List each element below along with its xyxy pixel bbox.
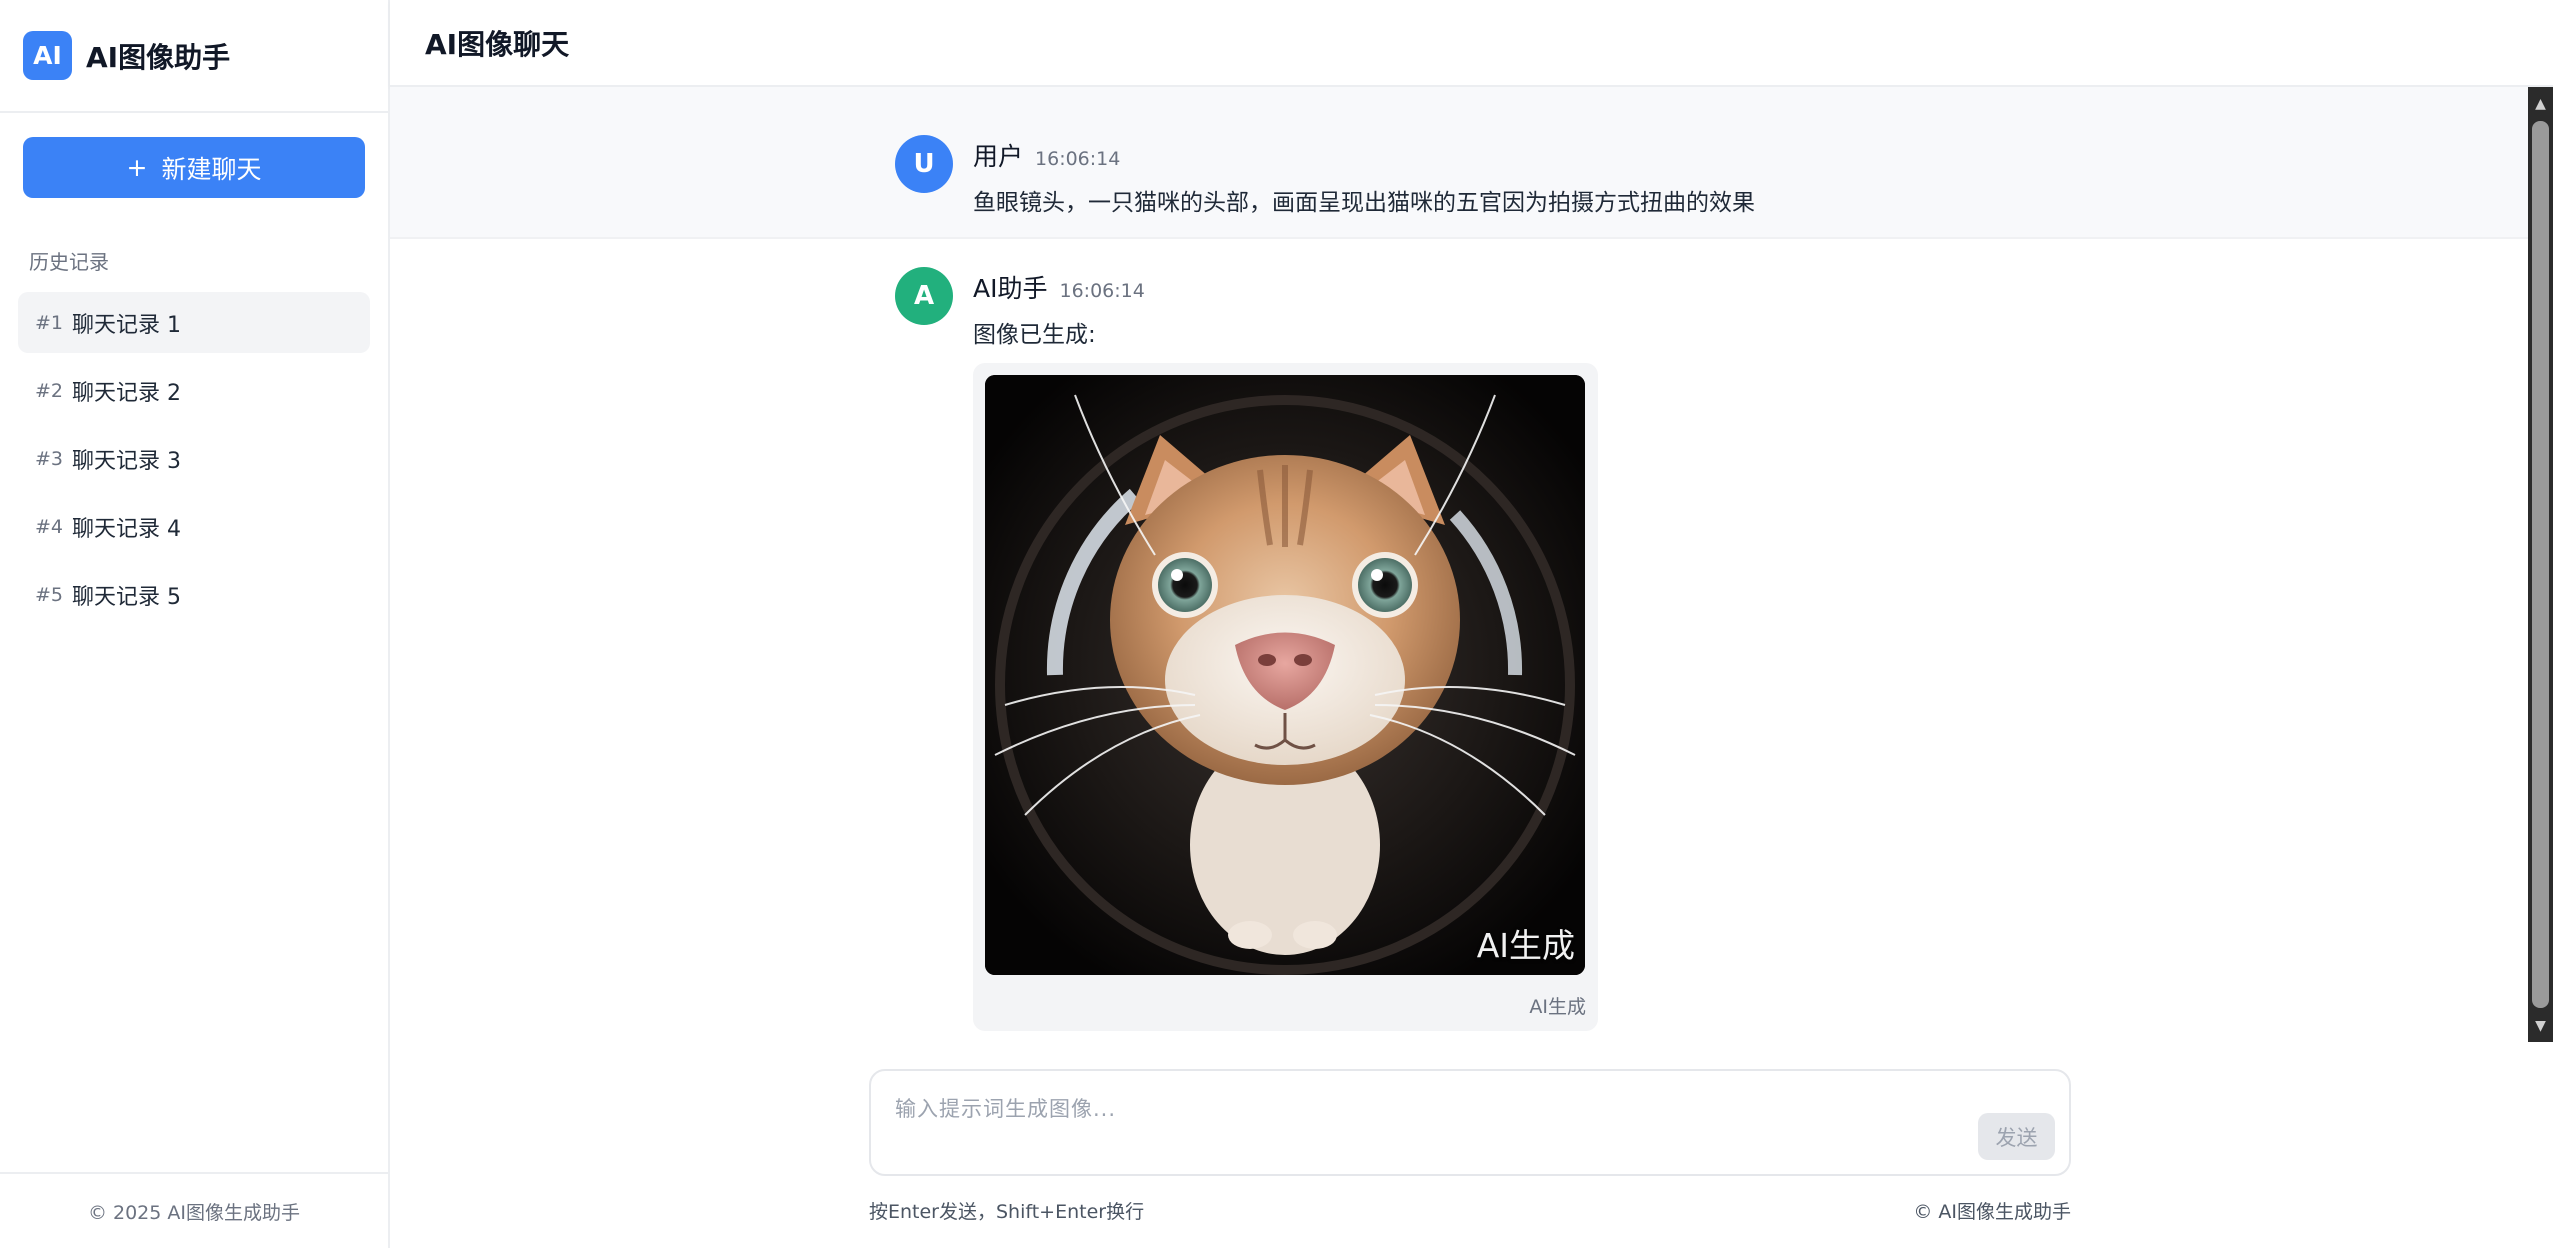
history-item-5[interactable]: #5 聊天记录 5 <box>18 564 370 625</box>
brand: AI AI图像助手 <box>0 0 388 113</box>
message-text: 图像已生成: <box>973 322 1096 348</box>
input-hint: 按Enter发送，Shift+Enter换行 <box>869 1201 1145 1223</box>
history-item-number: #1 <box>35 311 64 334</box>
history-item-label: 聊天记录 2 <box>72 380 181 406</box>
history-item-label: 聊天记录 5 <box>72 584 181 610</box>
history-item-2[interactable]: #2 聊天记录 2 <box>18 360 370 421</box>
sender-name: 用户 <box>973 142 1024 171</box>
sidebar: AI AI图像助手 + 新建聊天 历史记录 #1 聊天记录 1 #2 聊天记录 … <box>0 0 390 1248</box>
sidebar-footer: © 2025 AI图像生成助手 <box>0 1172 388 1248</box>
app-root: AI AI图像助手 + 新建聊天 历史记录 #1 聊天记录 1 #2 聊天记录 … <box>0 0 2553 1248</box>
history-item-label: 聊天记录 1 <box>72 312 181 338</box>
composer: 发送 按Enter发送，Shift+Enter换行 © AI图像生成助手 <box>390 1042 2553 1248</box>
history-item-number: #4 <box>35 515 64 538</box>
history-title: 历史记录 <box>29 250 109 274</box>
user-message: U 用户 16:06:14 鱼眼镜头，一只猫咪的头部，画面呈现出猫咪的五官因为拍… <box>390 87 2553 239</box>
message-header: AI助手 16:06:14 <box>973 269 1145 305</box>
generated-image[interactable]: AI生成 <box>985 375 1585 975</box>
sender-name: AI助手 <box>973 274 1048 303</box>
assistant-message: A AI助手 16:06:14 图像已生成: AI生成 AI生成 <box>390 239 2553 1039</box>
message-header: 用户 16:06:14 <box>973 137 1120 173</box>
message-text: 鱼眼镜头，一只猫咪的头部，画面呈现出猫咪的五官因为拍摄方式扭曲的效果 <box>973 190 1755 216</box>
message-time: 16:06:14 <box>1059 280 1145 302</box>
scroll-down-arrow-icon[interactable]: ▼ <box>2528 1013 2553 1038</box>
prompt-input-box: 发送 <box>869 1069 2071 1176</box>
main-panel: AI图像聊天 U 用户 16:06:14 鱼眼镜头，一只猫咪的头部，画面呈现出猫… <box>390 0 2553 1248</box>
topbar: AI图像聊天 <box>390 0 2553 87</box>
page-title: AI图像聊天 <box>425 27 570 61</box>
history-item-number: #5 <box>35 583 64 606</box>
generated-image-card: AI生成 AI生成 <box>973 363 1598 1031</box>
new-chat-label: 新建聊天 <box>161 154 262 184</box>
message-time: 16:06:14 <box>1035 148 1121 170</box>
image-caption: AI生成 <box>1529 996 1586 1018</box>
user-avatar: U <box>895 135 953 193</box>
message-scrollbar[interactable]: ▲ ▼ <box>2528 87 2553 1042</box>
brand-name: AI图像助手 <box>86 40 231 74</box>
history-list: #1 聊天记录 1 #2 聊天记录 2 #3 聊天记录 3 #4 聊天记录 4 … <box>0 292 388 632</box>
history-item-label: 聊天记录 4 <box>72 516 181 542</box>
history-item-number: #3 <box>35 447 64 470</box>
prompt-input[interactable] <box>871 1071 2069 1174</box>
history-item-number: #2 <box>35 379 64 402</box>
send-button[interactable]: 发送 <box>1978 1113 2055 1160</box>
scrollbar-thumb[interactable] <box>2532 121 2549 1008</box>
main-copyright: © AI图像生成助手 <box>1913 1201 2071 1223</box>
new-chat-button[interactable]: + 新建聊天 <box>23 137 365 198</box>
history-item-3[interactable]: #3 聊天记录 3 <box>18 428 370 489</box>
plus-icon: + <box>126 153 148 182</box>
image-watermark: AI生成 <box>1476 926 1575 965</box>
scroll-up-arrow-icon[interactable]: ▲ <box>2528 91 2553 116</box>
cat-fisheye-illustration <box>985 375 1585 975</box>
history-item-4[interactable]: #4 聊天记录 4 <box>18 496 370 557</box>
message-list[interactable]: U 用户 16:06:14 鱼眼镜头，一只猫咪的头部，画面呈现出猫咪的五官因为拍… <box>390 87 2553 1042</box>
history-item-label: 聊天记录 3 <box>72 448 181 474</box>
assistant-avatar: A <box>895 267 953 325</box>
brand-logo: AI <box>23 31 72 80</box>
history-item-1[interactable]: #1 聊天记录 1 <box>18 292 370 353</box>
